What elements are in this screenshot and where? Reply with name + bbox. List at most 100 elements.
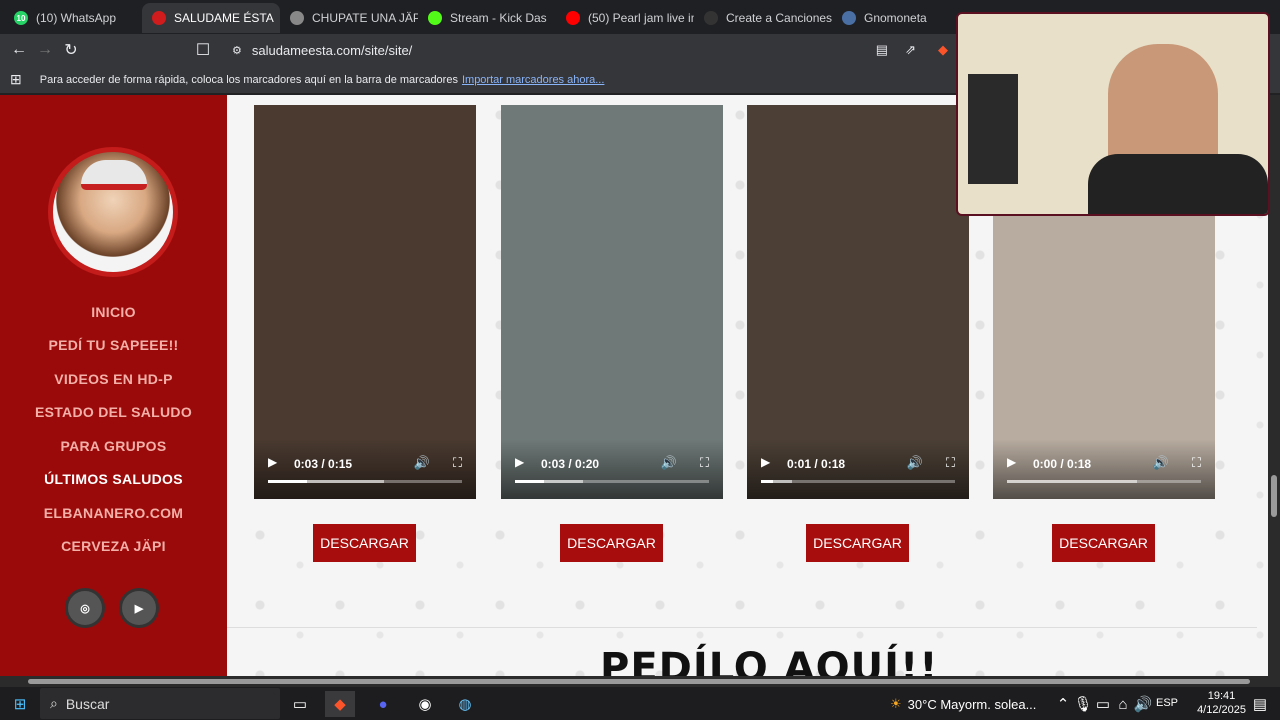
apps-grid-icon[interactable]: ⊞ — [10, 71, 22, 88]
volume-icon[interactable]: 🔊 — [1128, 691, 1158, 717]
play-icon[interactable]: ▶ — [268, 455, 277, 469]
volume-icon[interactable]: 🔊 — [414, 455, 430, 471]
play-icon[interactable]: ▶ — [515, 455, 524, 469]
played-bar — [268, 480, 307, 483]
sidebar-menu-item[interactable]: ESTADO DEL SALUDO — [0, 396, 227, 430]
horizontal-scrollbar[interactable] — [0, 676, 1280, 687]
buffered-bar — [1007, 480, 1137, 483]
instagram-icon[interactable]: ◎ — [65, 588, 105, 628]
download-button[interactable]: DESCARGAR — [1052, 524, 1155, 562]
tab-favicon-icon — [704, 11, 718, 25]
obs-app-icon[interactable]: ◉ — [410, 691, 440, 717]
weather-widget[interactable]: ☀ 30°C Mayorm. solea... — [890, 696, 1036, 712]
video-progress-bar[interactable] — [268, 480, 462, 483]
video-progress-bar[interactable] — [761, 480, 955, 483]
site-info-icon[interactable]: ⚙ — [232, 44, 242, 57]
browser-tab[interactable]: (50) Pearl jam live in A — [556, 3, 694, 33]
tab-favicon-icon — [842, 11, 856, 25]
reader-icon[interactable]: ▤ — [876, 42, 888, 58]
taskbar-search[interactable]: ⌕ Buscar — [40, 688, 280, 719]
section-divider — [227, 627, 1257, 628]
sun-icon: ☀ — [890, 696, 902, 711]
volume-icon[interactable]: 🔊 — [1153, 455, 1169, 471]
tab-label: Gnomoneta — [864, 11, 927, 25]
fullscreen-icon[interactable]: ⛶ — [946, 455, 955, 471]
volume-icon[interactable]: 🔊 — [661, 455, 677, 471]
video-controls: ▶ 0:03 / 0:20 🔊 ⛶ — [501, 439, 723, 499]
browser-tab[interactable]: Create a Canciones d — [694, 3, 832, 33]
sidebar-menu-item[interactable]: PARA GRUPOS — [0, 429, 227, 463]
sidebar-menu-item[interactable]: ELBANANERO.COM — [0, 496, 227, 530]
sidebar-menu-item[interactable]: INICIO — [0, 295, 227, 329]
play-icon[interactable]: ▶ — [761, 455, 770, 469]
sidebar-menu: INICIO PEDÍ TU SAPEEE!! VIDEOS EN HD-P ESTA… — [0, 295, 227, 563]
video-controls: ▶ 0:03 / 0:15 🔊 ⛶ — [254, 439, 476, 499]
clock-time: 19:41 — [1207, 690, 1236, 702]
sidebar-menu-item[interactable]: ÚLTIMOS SALUDOS — [0, 463, 227, 497]
import-bookmarks-link[interactable]: Importar marcadores ahora... — [462, 74, 604, 86]
download-button[interactable]: DESCARGAR — [313, 524, 416, 562]
back-icon[interactable]: ← — [6, 37, 32, 63]
video-player[interactable]: ▶ 0:03 / 0:15 🔊 ⛶ — [254, 105, 476, 499]
tab-label: (10) WhatsApp — [36, 11, 117, 25]
bookmark-icon[interactable]: ☐ — [190, 37, 216, 63]
video-progress-bar[interactable] — [515, 480, 709, 483]
volume-icon[interactable]: 🔊 — [907, 455, 923, 471]
played-bar — [761, 480, 773, 483]
windows-start-icon[interactable]: ⊞ — [5, 691, 35, 717]
browser-tab[interactable]: Stream - Kick Das — [418, 3, 556, 33]
video-player[interactable]: ▶ 0:01 / 0:18 🔊 ⛶ — [747, 105, 969, 499]
task-view-icon[interactable]: ▭ — [285, 691, 315, 717]
address-text: saludameesta.com/site/site/ — [251, 42, 413, 58]
section-heading: PEDÍLO AQUÍ!! — [600, 645, 939, 677]
tab-label: Create a Canciones d — [726, 11, 832, 25]
weather-text: 30°C Mayorm. solea... — [907, 696, 1037, 712]
brave-shield-icon[interactable]: ◆ — [938, 42, 948, 58]
profile-avatar — [48, 147, 178, 277]
tab-label: CHUPATE UNA JÄPI — [312, 11, 418, 25]
video-controls: ▶ 0:00 / 0:18 🔊 ⛶ — [993, 439, 1215, 499]
tab-favicon-icon — [290, 11, 304, 25]
video-player[interactable]: ▶ 0:03 / 0:20 🔊 ⛶ — [501, 105, 723, 499]
video-time: 0:03 / 0:15 — [294, 457, 353, 471]
sidebar-menu-item[interactable]: PEDÍ TU SAPEEE!! — [0, 329, 227, 363]
windows-taskbar: ⊞ ⌕ Buscar ▭ ◆ ● ◉ ◍ ☀ 30°C Mayorm. sole… — [0, 687, 1280, 720]
browser-tab[interactable]: SALUDAME ÉSTA✕ — [142, 3, 280, 33]
webcam-overlay — [956, 12, 1270, 216]
clock-date: 4/12/2025 — [1197, 704, 1246, 716]
notification-icon[interactable]: ▤ — [1245, 691, 1275, 717]
tab-favicon-icon — [152, 11, 166, 25]
fullscreen-icon[interactable]: ⛶ — [1192, 455, 1201, 471]
youtube-icon[interactable]: ▶ — [119, 588, 159, 628]
brave-app-icon[interactable]: ◆ — [325, 691, 355, 717]
play-icon[interactable]: ▶ — [1007, 455, 1016, 469]
address-bar[interactable]: ⚙ saludameesta.com/site/site/ ▤ ⇗ ◆ — [222, 37, 962, 63]
tab-label: (50) Pearl jam live in A — [588, 11, 694, 25]
fullscreen-icon[interactable]: ⛶ — [453, 455, 462, 471]
video-time: 0:03 / 0:20 — [541, 457, 600, 471]
language-indicator[interactable]: ESP — [1156, 697, 1178, 709]
clock[interactable]: 19:41 4/12/2025 — [1197, 689, 1246, 717]
steam-app-icon[interactable]: ◍ — [450, 691, 480, 717]
download-button[interactable]: DESCARGAR — [806, 524, 909, 562]
sidebar-menu-item[interactable]: CERVEZA JÄPI — [0, 530, 227, 564]
download-button[interactable]: DESCARGAR — [560, 524, 663, 562]
video-progress-bar[interactable] — [1007, 480, 1201, 483]
share-icon[interactable]: ⇗ — [905, 42, 916, 58]
fullscreen-icon[interactable]: ⛶ — [700, 455, 709, 471]
tab-favicon-icon — [566, 11, 580, 25]
played-bar — [515, 480, 545, 483]
browser-tab[interactable]: Gnomoneta — [832, 3, 970, 33]
video-time: 0:00 / 0:18 — [1033, 457, 1092, 471]
browser-tab[interactable]: 10 (10) WhatsApp — [4, 3, 142, 33]
search-placeholder: Buscar — [65, 695, 110, 712]
tab-label: Stream - Kick Das — [450, 11, 547, 25]
discord-app-icon[interactable]: ● — [368, 691, 398, 717]
sidebar-menu-item[interactable]: VIDEOS EN HD-P — [0, 362, 227, 396]
browser-tab[interactable]: CHUPATE UNA JÄPI — [280, 3, 418, 33]
reload-icon[interactable]: ↻ — [58, 37, 84, 63]
video-controls: ▶ 0:01 / 0:18 🔊 ⛶ — [747, 439, 969, 499]
tab-favicon-icon: 10 — [14, 11, 28, 25]
bookmarks-hint: Para acceder de forma rápida, coloca los… — [39, 73, 458, 86]
forward-icon[interactable]: → — [32, 37, 58, 63]
